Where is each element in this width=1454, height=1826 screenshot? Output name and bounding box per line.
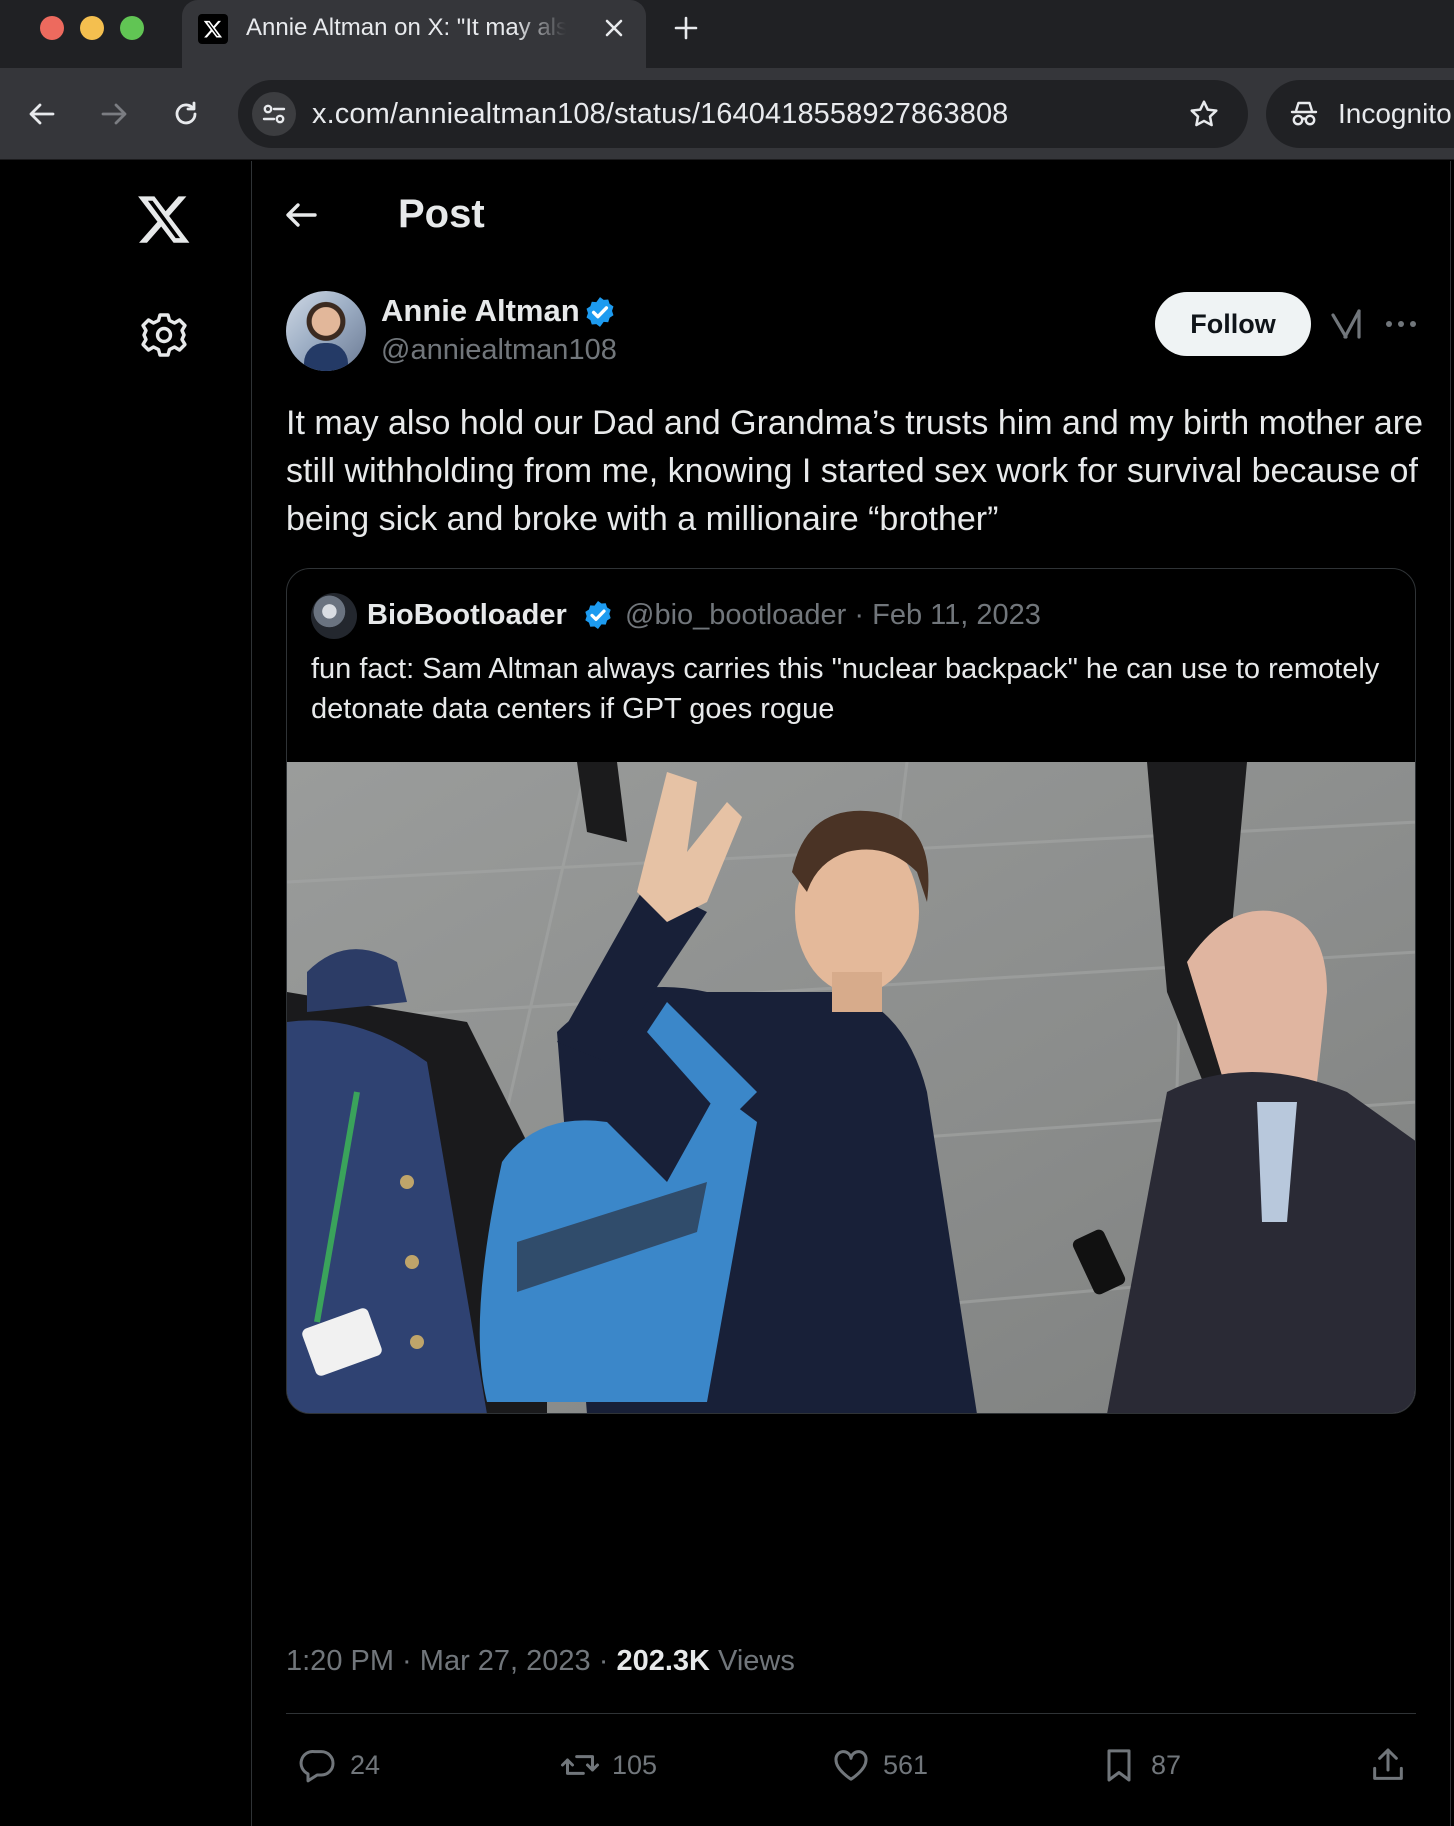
left-navigation <box>0 161 252 1826</box>
tab-title: Annie Altman on X: "It may also hold our… <box>246 14 566 41</box>
quoted-text: fun fact: Sam Altman always carries this… <box>311 653 1380 725</box>
repost-button[interactable]: 105 <box>560 1741 657 1789</box>
reply-icon <box>299 1750 335 1783</box>
x-logo-icon <box>198 14 228 44</box>
reply-count: 24 <box>350 1749 381 1780</box>
author-display-name[interactable]: Annie Altman <box>381 291 580 331</box>
follow-button[interactable]: Follow <box>1155 292 1311 356</box>
window-close-button[interactable] <box>40 16 64 40</box>
browser-tab-active[interactable]: Annie Altman on X: "It may also hold our… <box>182 0 646 68</box>
like-button[interactable]: 561 <box>831 1741 928 1789</box>
grok-icon[interactable] <box>1329 307 1363 341</box>
views-label: Views <box>718 1645 795 1677</box>
verified-badge-icon <box>586 297 614 327</box>
quoted-meta: @bio_bootloader · Feb 11, 2023 <box>625 599 1041 631</box>
browser-tab-bar: Annie Altman on X: "It may also hold our… <box>0 0 1454 68</box>
post-date[interactable]: Mar 27, 2023 <box>420 1645 591 1677</box>
browser-toolbar: x.com/anniealtman108/status/164041855892… <box>0 68 1454 160</box>
window-minimize-button[interactable] <box>80 16 104 40</box>
arrow-right-icon <box>101 103 127 125</box>
incognito-indicator[interactable]: Incognito <box>1266 80 1454 148</box>
divider <box>286 1713 1416 1714</box>
bookmark-button[interactable]: 87 <box>1099 1741 1181 1789</box>
post-meta: 1:20 PM · Mar 27, 2023 · 202.3K Views <box>286 1645 795 1677</box>
quoted-post[interactable]: BioBootloader @bio_bootloader · Feb 11, … <box>286 568 1416 1414</box>
column-border <box>1450 161 1451 1826</box>
author-handle[interactable]: @anniealtman108 <box>381 331 617 369</box>
quoted-display-name[interactable]: BioBootloader <box>367 593 567 637</box>
new-tab-button[interactable] <box>670 12 702 44</box>
like-count: 561 <box>883 1749 929 1780</box>
incognito-label: Incognito <box>1338 98 1452 129</box>
address-bar[interactable]: x.com/anniealtman108/status/164041855892… <box>238 80 1248 148</box>
heart-icon <box>834 1750 868 1781</box>
back-button[interactable] <box>24 96 60 132</box>
repost-icon <box>561 1755 599 1775</box>
plus-icon <box>674 16 698 40</box>
share-icon <box>1373 1748 1403 1780</box>
reply-button[interactable]: 24 <box>298 1741 380 1789</box>
quoted-date[interactable]: Feb 11, 2023 <box>872 599 1041 631</box>
photo-illustration <box>287 762 1415 1413</box>
post-time[interactable]: 1:20 PM <box>286 1645 394 1677</box>
arrow-left-icon <box>29 103 55 125</box>
post-text: It may also hold our Dad and Grandma’s t… <box>286 404 1423 538</box>
x-page: Post Annie Altman @anniealtman108 Follow… <box>0 161 1454 1826</box>
reload-button[interactable] <box>168 96 204 132</box>
back-arrow-icon[interactable] <box>283 197 319 233</box>
more-icon[interactable] <box>1383 307 1419 341</box>
bookmark-count: 87 <box>1151 1749 1182 1780</box>
site-info-button[interactable] <box>252 92 296 136</box>
window-zoom-button[interactable] <box>120 16 144 40</box>
verified-badge-icon <box>585 601 611 629</box>
post-detail: Post Annie Altman @anniealtman108 Follow… <box>253 161 1450 1826</box>
reload-icon <box>175 101 197 125</box>
quoted-handle[interactable]: @bio_bootloader <box>625 599 846 631</box>
url-text[interactable]: x.com/anniealtman108/status/164041855892… <box>312 96 1008 132</box>
avatar[interactable] <box>286 291 366 371</box>
tune-icon <box>262 104 286 124</box>
page-title: Post <box>398 192 485 236</box>
tab-close-icon[interactable] <box>600 14 628 42</box>
bookmark-star-icon[interactable] <box>1186 96 1222 132</box>
repost-count: 105 <box>612 1749 658 1780</box>
quoted-avatar[interactable] <box>311 593 357 639</box>
gear-icon[interactable] <box>140 311 188 359</box>
incognito-icon <box>1290 101 1318 126</box>
bookmark-icon <box>1107 1749 1131 1782</box>
quoted-photo[interactable] <box>287 762 1415 1413</box>
x-logo-icon[interactable] <box>136 191 192 247</box>
views-count: 202.3K <box>616 1645 710 1677</box>
share-button[interactable] <box>1368 1741 1408 1789</box>
forward-button[interactable] <box>96 96 132 132</box>
